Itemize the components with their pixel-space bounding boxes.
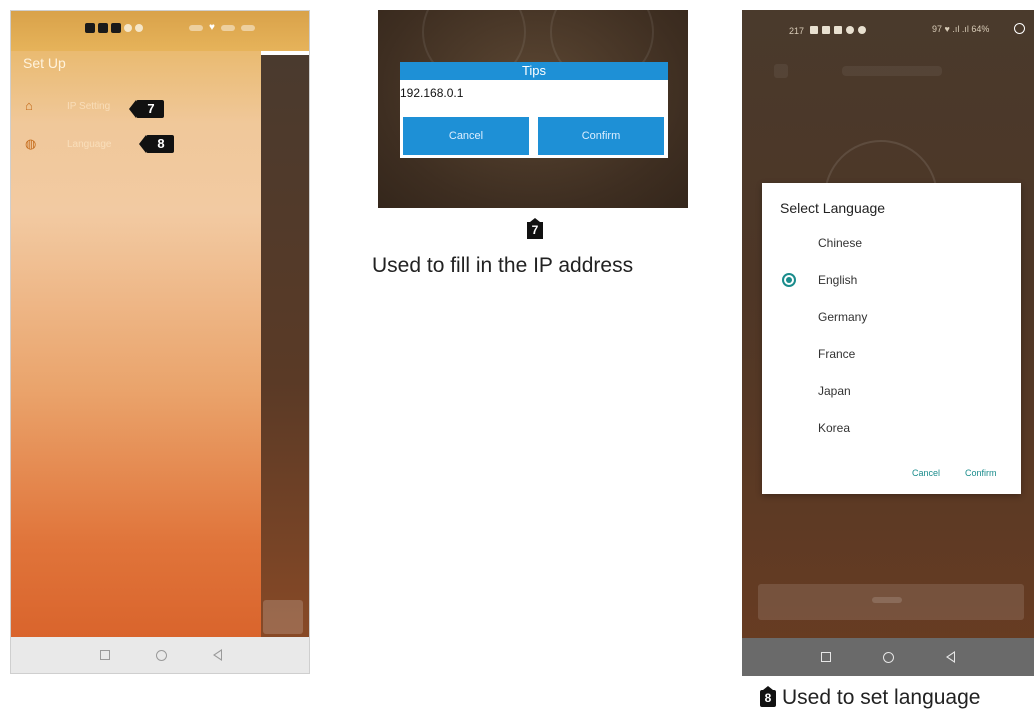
back-icon[interactable] <box>946 651 955 663</box>
radio-selected-icon[interactable] <box>782 273 796 287</box>
confirm-button[interactable]: Confirm <box>965 468 997 478</box>
select-language-dialog: Select Language Chinese English Germany … <box>762 183 1021 494</box>
menu-item-language[interactable]: ◍ Language <box>25 137 112 151</box>
navigation-bar <box>742 638 1034 676</box>
home-icon[interactable] <box>156 649 167 661</box>
recents-icon[interactable] <box>821 652 831 662</box>
status-indicators: 97 ♥ .ıl .ıl 64% <box>932 24 990 34</box>
callout-tag-8: 8 <box>760 685 776 707</box>
callout-tag-8: 8 <box>139 135 174 153</box>
status-bar: ♥ <box>11 11 309 51</box>
menu-item-label: Language <box>67 138 112 150</box>
language-caption: 8 Used to set language <box>760 685 981 710</box>
language-option-chinese[interactable]: Chinese <box>818 236 862 250</box>
callout-tag-7: 7 <box>129 100 164 118</box>
navigation-bar <box>11 637 309 673</box>
language-option-germany[interactable]: Germany <box>818 310 867 324</box>
dialog-title: Tips <box>400 62 668 80</box>
dialog-title: Select Language <box>780 200 886 216</box>
wifi-icon: ♥ <box>209 22 215 33</box>
ip-caption: Used to fill in the IP address <box>372 254 634 277</box>
language-option-korea[interactable]: Korea <box>818 421 850 435</box>
notification-icon <box>810 26 818 34</box>
signal-icon <box>220 25 235 31</box>
tips-dialog: Tips Cancel Confirm <box>400 62 668 158</box>
notification-icon <box>98 23 108 33</box>
cancel-button[interactable]: Cancel <box>912 468 940 478</box>
dialog-buttons: Cancel Confirm <box>403 117 664 155</box>
background-button <box>263 600 303 634</box>
background-app-strip <box>261 55 309 649</box>
background-title <box>842 66 942 76</box>
battery-icon <box>1014 23 1025 34</box>
language-option-japan[interactable]: Japan <box>818 384 851 398</box>
status-indicators: ♥ <box>189 23 255 33</box>
notification-dot-icon <box>135 24 143 32</box>
confirm-button[interactable]: Confirm <box>538 117 664 155</box>
globe-icon: ◍ <box>25 136 37 151</box>
back-icon[interactable] <box>213 649 222 661</box>
language-option-english[interactable]: English <box>818 273 857 287</box>
status-time: 217 <box>789 26 805 36</box>
drawer-title: Set Up <box>23 55 66 71</box>
left-phone-screen: ♥ Set Up ⌂ IP Setting ◍ Language 7 8 <box>10 10 310 674</box>
battery-icon <box>240 25 255 31</box>
notification-icon <box>822 26 830 34</box>
notification-icon <box>85 23 95 33</box>
ip-address-input[interactable] <box>400 80 668 107</box>
notification-dot-icon <box>846 26 854 34</box>
menu-item-label: IP Setting <box>67 100 111 112</box>
right-phone-screen: 217 97 ♥ .ıl .ıl 64% Select Language Chi… <box>742 10 1034 676</box>
language-option-france[interactable]: France <box>818 347 855 361</box>
status-bar: 217 97 ♥ .ıl .ıl 64% <box>742 10 1034 50</box>
notification-icon <box>111 23 121 33</box>
notification-icon <box>834 26 842 34</box>
notification-dot-icon <box>124 24 132 32</box>
notification-icons <box>85 23 143 33</box>
menu-item-ip-setting[interactable]: ⌂ IP Setting <box>25 99 110 113</box>
background-button-label <box>872 597 902 603</box>
home-icon[interactable] <box>883 651 894 663</box>
status-text-icon <box>189 25 203 31</box>
cancel-button[interactable]: Cancel <box>403 117 529 155</box>
notification-dot-icon <box>858 26 866 34</box>
callout-tag-7: 7 <box>527 218 543 239</box>
ip-dialog-screenshot: Tips Cancel Confirm <box>378 10 688 208</box>
bookmark-icon: ⌂ <box>25 98 33 113</box>
background-icon <box>774 64 788 78</box>
caption-text: Used to set language <box>782 686 981 709</box>
recents-icon[interactable] <box>100 650 110 660</box>
setup-drawer: ♥ Set Up ⌂ IP Setting ◍ Language 7 8 <box>11 11 309 639</box>
